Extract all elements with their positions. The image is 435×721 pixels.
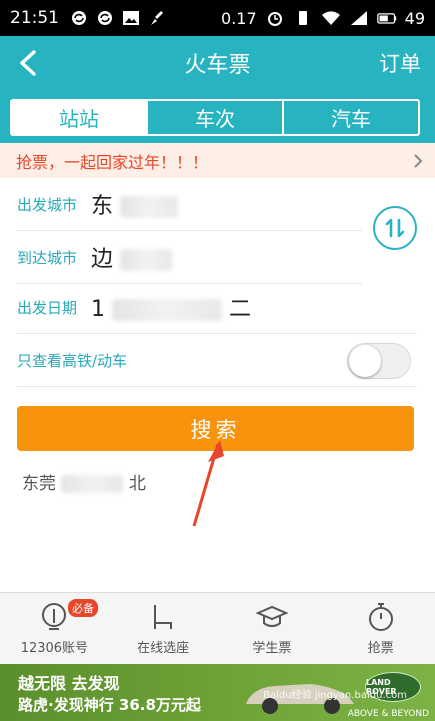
vibrate-icon xyxy=(298,11,307,25)
history-from: 东莞 xyxy=(22,474,56,494)
bottom-nav: 必备 12306账号 在线选座 学生票 抢票 xyxy=(0,592,435,664)
tab-bus[interactable]: 汽车 xyxy=(284,101,418,134)
battery-level: 49 xyxy=(404,8,425,28)
status-right: 0.17 49 xyxy=(221,9,425,28)
from-city-row[interactable]: 出发城市 东 xyxy=(17,178,362,231)
highspeed-only-toggle[interactable] xyxy=(347,343,411,379)
date-value: 1 二 xyxy=(91,291,251,323)
redacted-blur xyxy=(120,249,173,271)
account-icon xyxy=(42,603,67,630)
highspeed-only-label: 只查看高铁/动车 xyxy=(17,351,128,370)
to-city-label: 到达城市 xyxy=(17,248,78,267)
alarm-icon xyxy=(267,12,282,26)
redacted-blur xyxy=(120,196,179,218)
highspeed-only-row: 只查看高铁/动车 xyxy=(17,334,417,387)
phone-screen: 21:51 0.17 49 火车票 订单 站站 车次 汽车 抢票，一起回家过年！… xyxy=(0,0,435,721)
required-badge: 必备 xyxy=(68,599,98,617)
broom-icon xyxy=(151,11,163,25)
from-city-text: 东 xyxy=(91,194,114,219)
chevron-right-icon xyxy=(414,154,423,168)
to-city-value: 边 xyxy=(91,241,173,273)
stopwatch-icon xyxy=(368,603,393,631)
ad-line-2: 路虎·发现神行 36.8万元起 xyxy=(18,696,201,714)
back-arrow-icon[interactable] xyxy=(14,48,44,78)
nav-label: 12306账号 xyxy=(20,641,89,656)
date-text: 1 xyxy=(91,297,105,322)
tab-station-to-station[interactable]: 站站 xyxy=(12,101,148,134)
status-bar: 21:51 0.17 49 xyxy=(0,0,435,36)
sync-icon xyxy=(72,11,86,25)
date-row[interactable]: 出发日期 1 二 xyxy=(17,281,417,334)
seat-icon xyxy=(154,605,173,629)
nav-online-seat[interactable]: 在线选座 xyxy=(109,593,218,664)
ad-line-1: 越无限 去发现 xyxy=(18,674,120,693)
promo-text: 抢票，一起回家过年！！！ xyxy=(16,152,209,172)
date-weekday: 二 xyxy=(229,297,252,322)
history-to: 北 xyxy=(128,474,146,494)
from-city-value: 东 xyxy=(91,188,179,220)
nav-label: 学生票 xyxy=(252,641,292,656)
to-city-row[interactable]: 到达城市 边 xyxy=(17,231,362,284)
nav-12306-account[interactable]: 必备 12306账号 xyxy=(0,593,109,664)
nav-grab-ticket[interactable]: 抢票 xyxy=(326,593,435,664)
signal-icon xyxy=(350,11,367,25)
watermark: Baidu经验 jingyan.baidu.com xyxy=(263,690,407,701)
annotation-arrow xyxy=(192,440,224,527)
search-history-item[interactable]: 东莞 北 xyxy=(22,469,146,494)
nav-student-ticket[interactable]: 学生票 xyxy=(218,593,327,664)
toggle-knob xyxy=(349,345,381,377)
ticket-type-tabs: 站站 车次 汽车 xyxy=(10,99,420,136)
ad-tagline: ABOVE & BEYOND xyxy=(347,709,429,719)
promo-banner[interactable]: 抢票，一起回家过年！！！ xyxy=(0,143,435,178)
wifi-icon xyxy=(321,11,340,25)
battery-icon xyxy=(376,13,396,24)
to-city-text: 边 xyxy=(91,247,114,272)
data-rate: 0.17 xyxy=(221,8,257,28)
image-icon xyxy=(123,11,139,25)
swap-cities-button[interactable] xyxy=(373,206,417,250)
redacted-blur xyxy=(112,299,222,321)
tab-train-number[interactable]: 车次 xyxy=(148,101,284,134)
student-icon xyxy=(255,605,288,627)
date-label: 出发日期 xyxy=(17,298,78,317)
nav-label: 在线选座 xyxy=(137,641,190,656)
redacted-blur xyxy=(61,475,124,493)
page-title: 火车票 xyxy=(184,52,251,78)
from-city-label: 出发城市 xyxy=(17,195,78,214)
tab-bar: 站站 车次 汽车 xyxy=(0,89,435,143)
status-notification-icons xyxy=(69,9,167,27)
advert-banner[interactable]: 越无限 去发现 路虎·发现神行 36.8万元起 LAND ROVER ABOVE… xyxy=(0,664,435,721)
title-bar: 火车票 订单 xyxy=(0,36,435,89)
swap-arrows-icon xyxy=(385,218,405,238)
sync-icon-2 xyxy=(98,11,112,25)
nav-label: 抢票 xyxy=(367,641,394,656)
status-time: 21:51 xyxy=(10,8,59,28)
orders-button[interactable]: 订单 xyxy=(379,48,421,78)
